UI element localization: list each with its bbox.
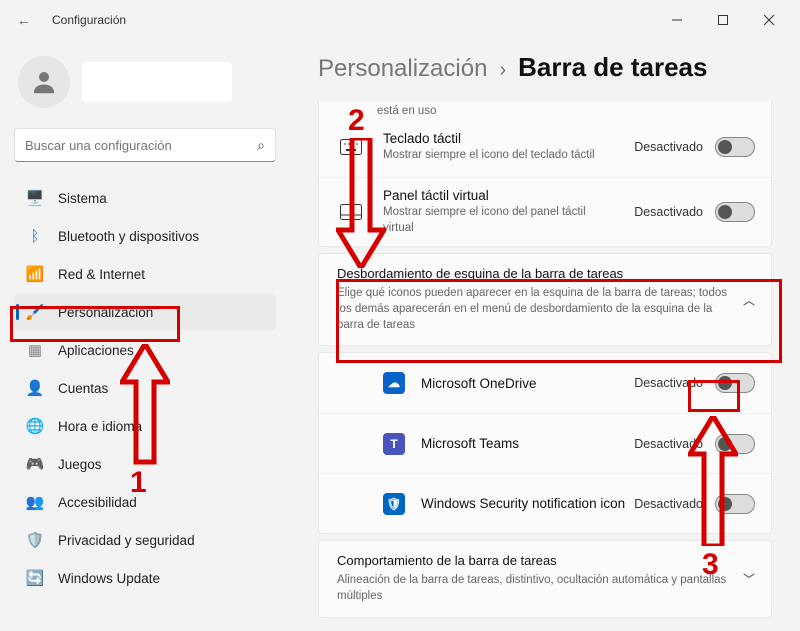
overflow-section-desc: Elige qué iconos pueden aparecer en la e…	[337, 285, 731, 333]
row-desc: Mostrar siempre el icono del teclado tác…	[383, 148, 603, 164]
search-box[interactable]: ⌕	[14, 128, 276, 162]
nav-label: Accesibilidad	[58, 495, 137, 510]
main-pane: Personalización › Barra de tareas está e…	[290, 40, 800, 631]
nav-label: Hora e idioma	[58, 419, 142, 434]
user-block[interactable]	[18, 56, 272, 108]
titlebar: ← Configuración	[0, 0, 800, 40]
sidebar-item-red-internet[interactable]: 📶 Red & Internet	[14, 256, 276, 292]
nav-icon: 🎮	[26, 455, 44, 473]
maximize-button[interactable]	[700, 4, 746, 36]
behavior-section-card: Comportamiento de la barra de tareas Ali…	[318, 540, 772, 617]
nav-label: Privacidad y seguridad	[58, 533, 195, 548]
window-title: Configuración	[52, 13, 126, 27]
nav-label: Juegos	[58, 457, 102, 472]
taskbar-corner-icons-card: está en uso Teclado táctil Mostrar siempr…	[318, 101, 772, 247]
nav-label: Aplicaciones	[58, 343, 134, 358]
nav-icon: ▦	[26, 341, 44, 359]
overflow-app-row: 🛡 Windows Security notification iconDesac…	[319, 473, 771, 533]
nav-label: Personalización	[58, 305, 153, 320]
nav-icon: 📶	[26, 265, 44, 283]
setting-row: Panel táctil virtual Mostrar siempre el i…	[319, 177, 771, 246]
sidebar-item-privacidad-y-seguridad[interactable]: 🛡️ Privacidad y seguridad	[14, 522, 276, 558]
row-title: Teclado táctil	[383, 131, 634, 146]
nav-label: Sistema	[58, 191, 107, 206]
search-input[interactable]	[25, 138, 257, 153]
sidebar-item-sistema[interactable]: 🖥️ Sistema	[14, 180, 276, 216]
toggle-switch[interactable]	[715, 137, 755, 157]
breadcrumb-parent[interactable]: Personalización	[318, 55, 487, 83]
row-icon	[339, 204, 363, 220]
row-icon	[339, 139, 363, 155]
overflow-section-header[interactable]: Desbordamiento de esquina de la barra de…	[319, 254, 771, 345]
sidebar-item-bluetooth-y-dispositivos[interactable]: ᛒ Bluetooth y dispositivos	[14, 218, 276, 254]
row-title: Microsoft OneDrive	[421, 376, 634, 391]
nav-icon: 🖌️	[26, 303, 44, 321]
nav-label: Windows Update	[58, 571, 160, 586]
chevron-right-icon: ›	[499, 59, 506, 82]
row-title: Windows Security notification icon	[421, 496, 634, 511]
nav-icon: 👤	[26, 379, 44, 397]
toggle-state: Desactivado	[634, 140, 703, 154]
nav-icon: ᛒ	[26, 227, 44, 245]
avatar	[18, 56, 70, 108]
nav-icon: 🖥️	[26, 189, 44, 207]
toggle-state: Desactivado	[634, 205, 703, 219]
app-icon: T	[383, 433, 405, 455]
nav-label: Cuentas	[58, 381, 108, 396]
overflow-rows-card: ☁Microsoft OneDriveDesactivadoTMicrosoft…	[318, 352, 772, 534]
sidebar-item-aplicaciones[interactable]: ▦ Aplicaciones	[14, 332, 276, 368]
sidebar-item-accesibilidad[interactable]: 👥 Accesibilidad	[14, 484, 276, 520]
sidebar-item-juegos[interactable]: 🎮 Juegos	[14, 446, 276, 482]
minimize-button[interactable]	[654, 4, 700, 36]
behavior-section-desc: Alineación de la barra de tareas, distin…	[337, 572, 731, 604]
app-icon: ☁	[383, 372, 405, 394]
close-button[interactable]	[746, 4, 792, 36]
nav-label: Red & Internet	[58, 267, 145, 282]
sidebar: ⌕ 🖥️ Sistema ᛒ Bluetooth y dispositivos 📶 Red…	[0, 40, 290, 631]
toggle-switch[interactable]	[715, 494, 755, 514]
sidebar-item-cuentas[interactable]: 👤 Cuentas	[14, 370, 276, 406]
toggle-switch[interactable]	[715, 434, 755, 454]
overflow-section-title: Desbordamiento de esquina de la barra de…	[337, 266, 731, 281]
search-icon: ⌕	[257, 137, 265, 154]
app-icon: 🛡	[383, 493, 405, 515]
sidebar-item-personalizaci-n[interactable]: 🖌️ Personalización	[14, 294, 276, 330]
partial-row-stub: está en uso	[319, 101, 771, 117]
breadcrumb-current: Barra de tareas	[518, 52, 707, 83]
back-button[interactable]: ←	[8, 12, 40, 28]
nav-icon: 👥	[26, 493, 44, 511]
user-name-placeholder	[82, 62, 232, 102]
toggle-state: Desactivado	[634, 497, 703, 511]
row-title: Panel táctil virtual	[383, 188, 634, 203]
behavior-section-header[interactable]: Comportamiento de la barra de tareas Ali…	[319, 541, 771, 616]
nav-list: 🖥️ Sistema ᛒ Bluetooth y dispositivos 📶 Red &…	[14, 180, 276, 596]
chevron-up-icon: ︿	[743, 291, 755, 308]
nav-label: Bluetooth y dispositivos	[58, 229, 199, 244]
toggle-state: Desactivado	[634, 376, 703, 390]
setting-row: Teclado táctil Mostrar siempre el icono d…	[319, 117, 771, 177]
row-title: Microsoft Teams	[421, 436, 634, 451]
breadcrumb: Personalización › Barra de tareas	[318, 52, 772, 83]
nav-icon: 🌐	[26, 417, 44, 435]
overflow-app-row: T Microsoft TeamsDesactivado	[319, 413, 771, 473]
toggle-state: Desactivado	[634, 437, 703, 451]
overflow-section-card: Desbordamiento de esquina de la barra de…	[318, 253, 772, 346]
sidebar-item-hora-e-idioma[interactable]: 🌐 Hora e idioma	[14, 408, 276, 444]
sidebar-item-windows-update[interactable]: 🔄 Windows Update	[14, 560, 276, 596]
toggle-switch[interactable]	[715, 373, 755, 393]
behavior-section-title: Comportamiento de la barra de tareas	[337, 553, 731, 568]
overflow-app-row: ☁ Microsoft OneDriveDesactivado	[319, 353, 771, 413]
nav-icon: 🔄	[26, 569, 44, 587]
chevron-down-icon: ﹀	[743, 570, 755, 587]
row-desc: Mostrar siempre el icono del panel tácti…	[383, 205, 603, 236]
nav-icon: 🛡️	[26, 531, 44, 549]
toggle-switch[interactable]	[715, 202, 755, 222]
